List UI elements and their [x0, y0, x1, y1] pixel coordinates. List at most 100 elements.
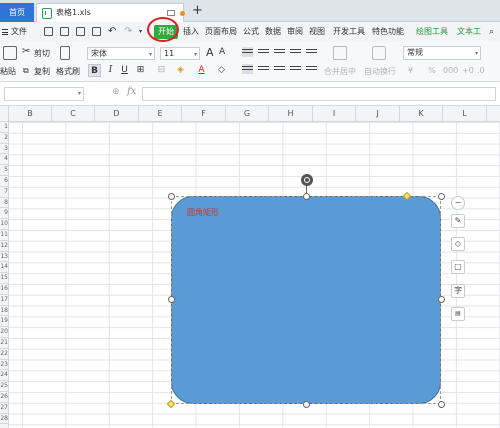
- resize-handle-left[interactable]: [168, 296, 175, 303]
- row-header[interactable]: 21: [0, 338, 9, 349]
- wrap-text-icon[interactable]: [372, 46, 386, 60]
- rotate-handle-icon[interactable]: [301, 174, 313, 186]
- row-header[interactable]: 27: [0, 403, 9, 414]
- font-color-icon[interactable]: A: [195, 64, 208, 77]
- hamburger-icon[interactable]: [2, 29, 8, 35]
- increase-font-icon[interactable]: A: [206, 46, 214, 59]
- paste-icon[interactable]: [3, 46, 17, 60]
- function-button[interactable]: fx: [127, 86, 136, 97]
- thousands-button[interactable]: 000: [443, 66, 458, 75]
- bold-button[interactable]: B: [88, 64, 101, 77]
- row-header[interactable]: 13: [0, 252, 9, 263]
- row-header[interactable]: 24: [0, 370, 9, 382]
- row-header[interactable]: 10: [0, 219, 9, 230]
- new-tab-button[interactable]: +: [192, 2, 203, 20]
- row-header[interactable]: 22: [0, 349, 9, 360]
- align-left-icon[interactable]: [242, 64, 253, 74]
- row-header[interactable]: 11: [0, 230, 9, 241]
- rounded-rectangle-shape[interactable]: [171, 196, 441, 404]
- column-header[interactable]: B: [9, 106, 52, 122]
- row-header[interactable]: 19: [0, 316, 9, 328]
- paste-label[interactable]: 粘贴: [0, 66, 16, 77]
- column-header[interactable]: H: [269, 106, 313, 122]
- column-header[interactable]: C: [52, 106, 95, 122]
- undo-icon[interactable]: ↶: [108, 22, 116, 42]
- menu-features[interactable]: 特色功能: [372, 22, 404, 42]
- format-painter-button[interactable]: 格式刷: [56, 66, 80, 77]
- fill-color-icon[interactable]: ◈: [174, 64, 187, 77]
- row-header[interactable]: 17: [0, 295, 9, 306]
- menu-text-tools[interactable]: 文本工: [457, 22, 481, 42]
- column-header[interactable]: J: [356, 106, 400, 122]
- row-header[interactable]: 26: [0, 392, 9, 403]
- row-header[interactable]: 7: [0, 187, 9, 198]
- row-header[interactable]: 3: [0, 144, 9, 155]
- increase-decimal-icon[interactable]: +0: [462, 66, 474, 75]
- column-header[interactable]: L: [443, 106, 487, 122]
- collapse-button[interactable]: −: [451, 196, 465, 210]
- number-format-select[interactable]: 常规 ▾: [403, 46, 481, 60]
- border-icon[interactable]: ⊞: [134, 64, 147, 77]
- quick-access-dropdown-icon[interactable]: ▾: [139, 22, 142, 42]
- row-header[interactable]: 25: [0, 381, 9, 392]
- menu-page-layout[interactable]: 页面布局: [205, 22, 237, 42]
- scissors-icon[interactable]: ✂: [22, 46, 30, 57]
- align-middle-icon[interactable]: [258, 47, 269, 57]
- redo-icon[interactable]: ↷: [124, 22, 132, 42]
- column-header[interactable]: D: [95, 106, 139, 122]
- row-header[interactable]: 1: [0, 122, 9, 133]
- copy-button[interactable]: 复制: [34, 66, 50, 77]
- text-box-icon[interactable]: ▤: [451, 307, 465, 321]
- tab-home[interactable]: 首页: [0, 3, 34, 22]
- menu-file[interactable]: 文件: [11, 22, 27, 42]
- fill-bucket-icon[interactable]: ◇: [451, 237, 465, 251]
- row-header[interactable]: 12: [0, 241, 9, 252]
- print-preview-icon[interactable]: [76, 27, 85, 36]
- format-painter-icon[interactable]: [60, 46, 70, 60]
- align-bottom-icon[interactable]: [274, 47, 285, 57]
- justify-icon[interactable]: [290, 64, 301, 74]
- resize-handle-top[interactable]: [303, 193, 310, 200]
- row-header[interactable]: 20: [0, 327, 9, 338]
- resize-handle-top-right[interactable]: [438, 193, 445, 200]
- row-header[interactable]: 16: [0, 284, 9, 295]
- save-icon[interactable]: [44, 27, 53, 36]
- menu-formula[interactable]: 公式: [243, 22, 259, 42]
- currency-icon[interactable]: ¥: [408, 66, 413, 75]
- column-header[interactable]: I: [313, 106, 356, 122]
- cut-button[interactable]: 剪切: [34, 48, 50, 59]
- indent-decrease-icon[interactable]: [290, 47, 301, 57]
- font-name-select[interactable]: 宋体 ▾: [87, 47, 155, 60]
- shape-text[interactable]: 圆角矩形: [187, 207, 219, 218]
- row-header[interactable]: 9: [0, 208, 9, 220]
- underline-button[interactable]: U: [118, 64, 131, 77]
- menu-view[interactable]: 视图: [309, 22, 325, 42]
- decrease-decimal-icon[interactable]: .0: [477, 66, 485, 75]
- merge-center-button[interactable]: 合并居中: [324, 66, 356, 77]
- text-style-button[interactable]: 字: [451, 284, 465, 298]
- align-top-icon[interactable]: [242, 47, 253, 57]
- column-header[interactable]: K: [400, 106, 443, 122]
- row-header[interactable]: 23: [0, 360, 9, 371]
- print-icon[interactable]: [60, 27, 69, 36]
- menu-insert[interactable]: 插入: [183, 22, 199, 42]
- italic-button[interactable]: I: [104, 64, 117, 77]
- align-center-icon[interactable]: [258, 64, 269, 74]
- clear-format-icon[interactable]: ◇: [215, 64, 228, 77]
- screen-icon[interactable]: [167, 10, 175, 16]
- pen-icon[interactable]: ✎: [451, 214, 465, 228]
- row-header[interactable]: 8: [0, 198, 9, 209]
- zoom-icon[interactable]: ⊕: [112, 87, 120, 97]
- menu-data[interactable]: 数据: [265, 22, 281, 42]
- font-size-select[interactable]: 11 ▾: [160, 47, 200, 60]
- row-header[interactable]: 6: [0, 176, 9, 187]
- copy-icon[interactable]: ⧉: [23, 66, 29, 76]
- wrap-text-button[interactable]: 自动换行: [364, 66, 396, 77]
- decrease-font-icon[interactable]: A: [219, 47, 225, 57]
- column-header[interactable]: G: [226, 106, 269, 122]
- resize-handle-right[interactable]: [438, 296, 445, 303]
- resize-handle-top-left[interactable]: [168, 193, 175, 200]
- row-header[interactable]: 15: [0, 273, 9, 284]
- row-header[interactable]: 4: [0, 154, 9, 166]
- resize-handle-bottom-right[interactable]: [438, 401, 445, 408]
